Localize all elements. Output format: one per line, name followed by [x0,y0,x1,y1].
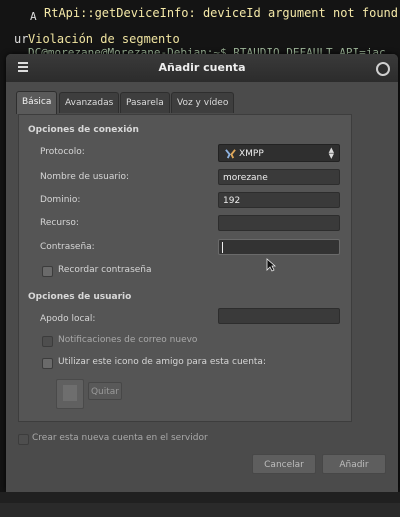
username-field[interactable]: morezane [218,169,340,185]
protocol-value: XMPP [239,149,264,159]
tab-basica[interactable]: Básica [16,91,58,114]
tab-voz-y-video[interactable]: Voz y vídeo [171,92,235,113]
remember-password-checkbox[interactable] [42,266,53,277]
resource-label: Recurso: [40,218,79,228]
domain-label: Dominio: [40,195,81,205]
user-options-title: Opciones de usuario [28,292,132,302]
desktop-bottom-strip [0,503,400,517]
buddy-icon-checkbox[interactable] [42,358,53,369]
xmpp-icon [225,149,236,159]
tab-pasarela[interactable]: Pasarela [120,92,170,113]
password-label: Contraseña: [40,242,95,252]
text-cursor [222,242,223,253]
add-account-dialog: Añadir cuenta Básica Avanzadas Pasarela … [6,54,398,492]
terminal-prefix-2: ur [14,32,29,46]
add-button[interactable]: Añadir [322,454,386,474]
new-mail-label: Notificaciones de correo nuevo [58,335,198,345]
titlebar: Añadir cuenta [6,54,398,82]
terminal-line-1: RtApi::getDeviceInfo: deviceId argument … [44,6,400,20]
close-icon[interactable] [376,62,390,76]
select-arrows-icon: ▲ ▼ [328,146,334,160]
protocol-label: Protocolo: [40,147,85,157]
mouse-pointer-icon [266,258,276,272]
domain-field[interactable]: 192 [218,192,340,208]
remove-icon-button[interactable]: Quitar [88,382,122,400]
username-label: Nombre de usuario: [40,172,130,182]
buddy-icon-placeholder [63,385,77,401]
create-on-server-checkbox[interactable] [18,434,29,445]
create-on-server-label: Crear esta nueva cuenta en el servidor [32,433,208,443]
tab-avanzadas[interactable]: Avanzadas [59,92,120,113]
buddy-icon-button[interactable] [56,379,84,409]
window-title: Añadir cuenta [158,61,246,74]
resource-field[interactable] [218,215,340,231]
terminal-prefix-1: A [30,10,37,23]
local-alias-label: Apodo local: [40,314,96,324]
connection-options-title: Opciones de conexión [28,125,139,135]
local-alias-field[interactable] [218,308,340,324]
cancel-button[interactable]: Cancelar [252,454,316,474]
buddy-icon-label: Utilizar este icono de amigo para esta c… [58,357,266,367]
terminal-line-2: Violación de segmento [28,32,180,46]
remember-password-label: Recordar contraseña [58,265,152,275]
password-field[interactable] [218,239,340,255]
new-mail-checkbox[interactable] [42,336,53,347]
protocol-select[interactable]: XMPP ▲ ▼ [218,144,340,162]
